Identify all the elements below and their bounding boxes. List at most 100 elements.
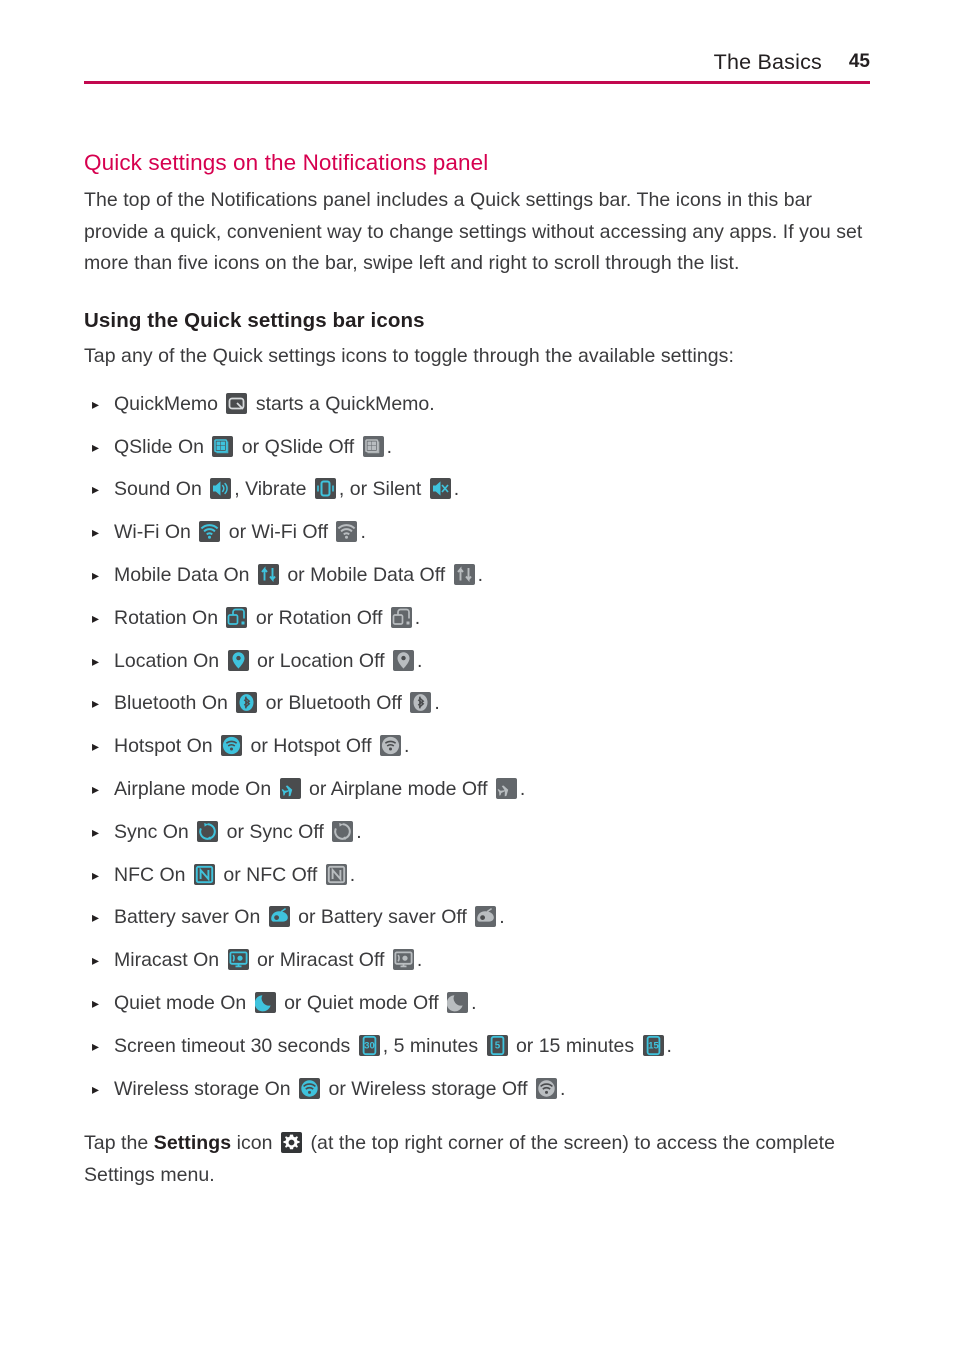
list-item-label: or Sync Off: [221, 820, 330, 843]
location-icon: [227, 649, 249, 671]
bullet-marker-icon: ▸: [92, 567, 100, 584]
section-heading: Quick settings on the Notifications pane…: [84, 150, 489, 175]
list-item-label: or Miracast Off: [251, 949, 390, 972]
list-item: ▸ Quiet mode On or Quiet mode Off .: [84, 982, 884, 1025]
nfc-icon: [325, 863, 347, 885]
list-item-label: or Location Off: [251, 649, 390, 672]
list-item-label: or 15 minutes: [510, 1034, 640, 1057]
bullet-marker-icon: ▸: [92, 524, 100, 541]
quiet-mode-icon: [254, 992, 276, 1014]
wireless-storage-icon: [299, 1077, 321, 1099]
bullet-marker-icon: ▸: [92, 695, 100, 712]
list-item: ▸ Battery saver On or Battery saver Off .: [84, 896, 884, 939]
qslide-icon: [362, 435, 384, 457]
header-divider-rule: [84, 81, 870, 84]
timeout-30s-icon: [358, 1034, 380, 1056]
list-item-label: , 5 minutes: [382, 1034, 484, 1057]
bullet-marker-icon: ▸: [92, 781, 100, 798]
vibrate-icon: [314, 478, 336, 500]
list-item-label: .: [434, 692, 440, 715]
miracast-icon: [227, 949, 249, 971]
list-item-label: Rotation On: [114, 606, 224, 629]
list-item-label: .: [559, 1077, 566, 1100]
list-item-label: .: [499, 906, 505, 929]
bullet-marker-icon: ▸: [92, 438, 100, 455]
list-item: ▸ Bluetooth On or Bluetooth Off .: [84, 682, 884, 725]
list-item-label: Miracast On: [114, 949, 225, 972]
list-item-label: QSlide On: [114, 435, 210, 458]
list-item-label: Screen timeout 30 seconds: [114, 1034, 356, 1057]
manual-page: The Basics 45 Quick settings on the Noti…: [0, 0, 954, 1372]
list-item-label: Battery saver On: [114, 906, 266, 929]
list-item: ▸ Airplane mode On or Airplane mode Off .: [84, 768, 884, 811]
bullet-marker-icon: ▸: [92, 866, 100, 883]
bullet-marker-icon: ▸: [92, 1080, 100, 1097]
bullet-marker-icon: ▸: [92, 995, 100, 1012]
list-item: ▸ Mobile Data On or Mobile Data Off .: [84, 554, 884, 597]
list-item-label: or Quiet mode Off: [278, 992, 445, 1015]
battery-saver-icon: [475, 906, 497, 928]
battery-saver-icon: [268, 906, 290, 928]
timeout-15m-icon: [642, 1034, 664, 1056]
list-item-label: .: [386, 435, 393, 458]
bullet-marker-icon: ▸: [92, 609, 100, 626]
list-item-label: or Battery saver Off: [292, 906, 473, 929]
list-item-label: .: [356, 820, 362, 843]
nfc-icon: [193, 863, 215, 885]
list-item-label: .: [666, 1034, 672, 1057]
list-item-label: or Hotspot Off: [245, 735, 377, 758]
list-item-label: .: [519, 778, 526, 801]
list-item-label: .: [477, 564, 484, 587]
list-item: ▸ QSlide On or QSlide Off .: [84, 426, 884, 469]
list-item: ▸ Wi-Fi On or Wi-Fi Off .: [84, 511, 884, 554]
bluetooth-icon: [236, 692, 258, 714]
list-item: ▸ Miracast On or Miracast Off .: [84, 939, 884, 982]
bullet-marker-icon: ▸: [92, 481, 100, 498]
page-number: 45: [848, 51, 870, 72]
location-icon: [392, 649, 414, 671]
sync-icon: [197, 820, 219, 842]
list-item-label: .: [403, 735, 410, 758]
quick-settings-list: ▸ QuickMemo starts a QuickMemo. ▸ QSlide On…: [84, 383, 884, 1111]
list-item-label: , or Silent: [338, 478, 427, 501]
closing-paragraph: Tap the Settings icon (at the top right …: [84, 1128, 874, 1191]
page-content: Quick settings on the Notifications pane…: [84, 148, 884, 1191]
list-item-label: Location On: [114, 649, 225, 672]
list-item-label: Sync On: [114, 820, 195, 843]
list-item: ▸ Wireless storage On or Wireless storage…: [84, 1068, 884, 1111]
subsection-heading: Using the Quick settings bar icons: [84, 308, 425, 332]
list-item-label: starts a QuickMemo.: [250, 392, 435, 415]
bullet-marker-icon: ▸: [92, 395, 100, 412]
bluetooth-icon: [410, 692, 432, 714]
wifi-icon: [199, 521, 221, 543]
lead-paragraph: Tap any of the Quick settings icons to t…: [84, 345, 734, 368]
miracast-icon: [392, 949, 414, 971]
settings-emphasis: Settings: [153, 1132, 232, 1155]
list-item-label: or Bluetooth Off: [260, 692, 408, 715]
list-item-label: Wi-Fi On: [114, 521, 197, 544]
list-item: ▸ Sound On , Vibrate , or Silent .: [84, 468, 884, 511]
wifi-icon: [336, 521, 358, 543]
list-item-label: .: [416, 649, 423, 672]
list-item-label: Airplane mode On: [114, 778, 277, 801]
bullet-marker-icon: ▸: [92, 823, 100, 840]
list-item-label: .: [360, 521, 366, 544]
header-chapter-title: The Basics: [713, 50, 822, 74]
list-item-label: .: [471, 992, 477, 1015]
list-item-label: .: [414, 606, 421, 629]
list-item: ▸ Hotspot On or Hotspot Off .: [84, 725, 884, 768]
quickmemo-icon: [226, 392, 248, 414]
list-item-label: , Vibrate: [234, 478, 312, 501]
list-item-label: or Airplane mode Off: [303, 778, 493, 801]
list-item-label: Bluetooth On: [114, 692, 234, 715]
list-item-label: Quiet mode On: [114, 992, 252, 1015]
list-item-label: or Wi-Fi Off: [223, 521, 334, 544]
list-item-label: or NFC Off: [217, 863, 323, 886]
list-item-label: NFC On: [114, 863, 191, 886]
hotspot-icon: [221, 735, 243, 757]
hotspot-icon: [379, 735, 401, 757]
closing-text-before: Tap the: [84, 1132, 154, 1155]
quiet-mode-icon: [447, 992, 469, 1014]
list-item-label: or Rotation Off: [250, 606, 388, 629]
list-item-label: or Wireless storage Off: [323, 1077, 533, 1100]
